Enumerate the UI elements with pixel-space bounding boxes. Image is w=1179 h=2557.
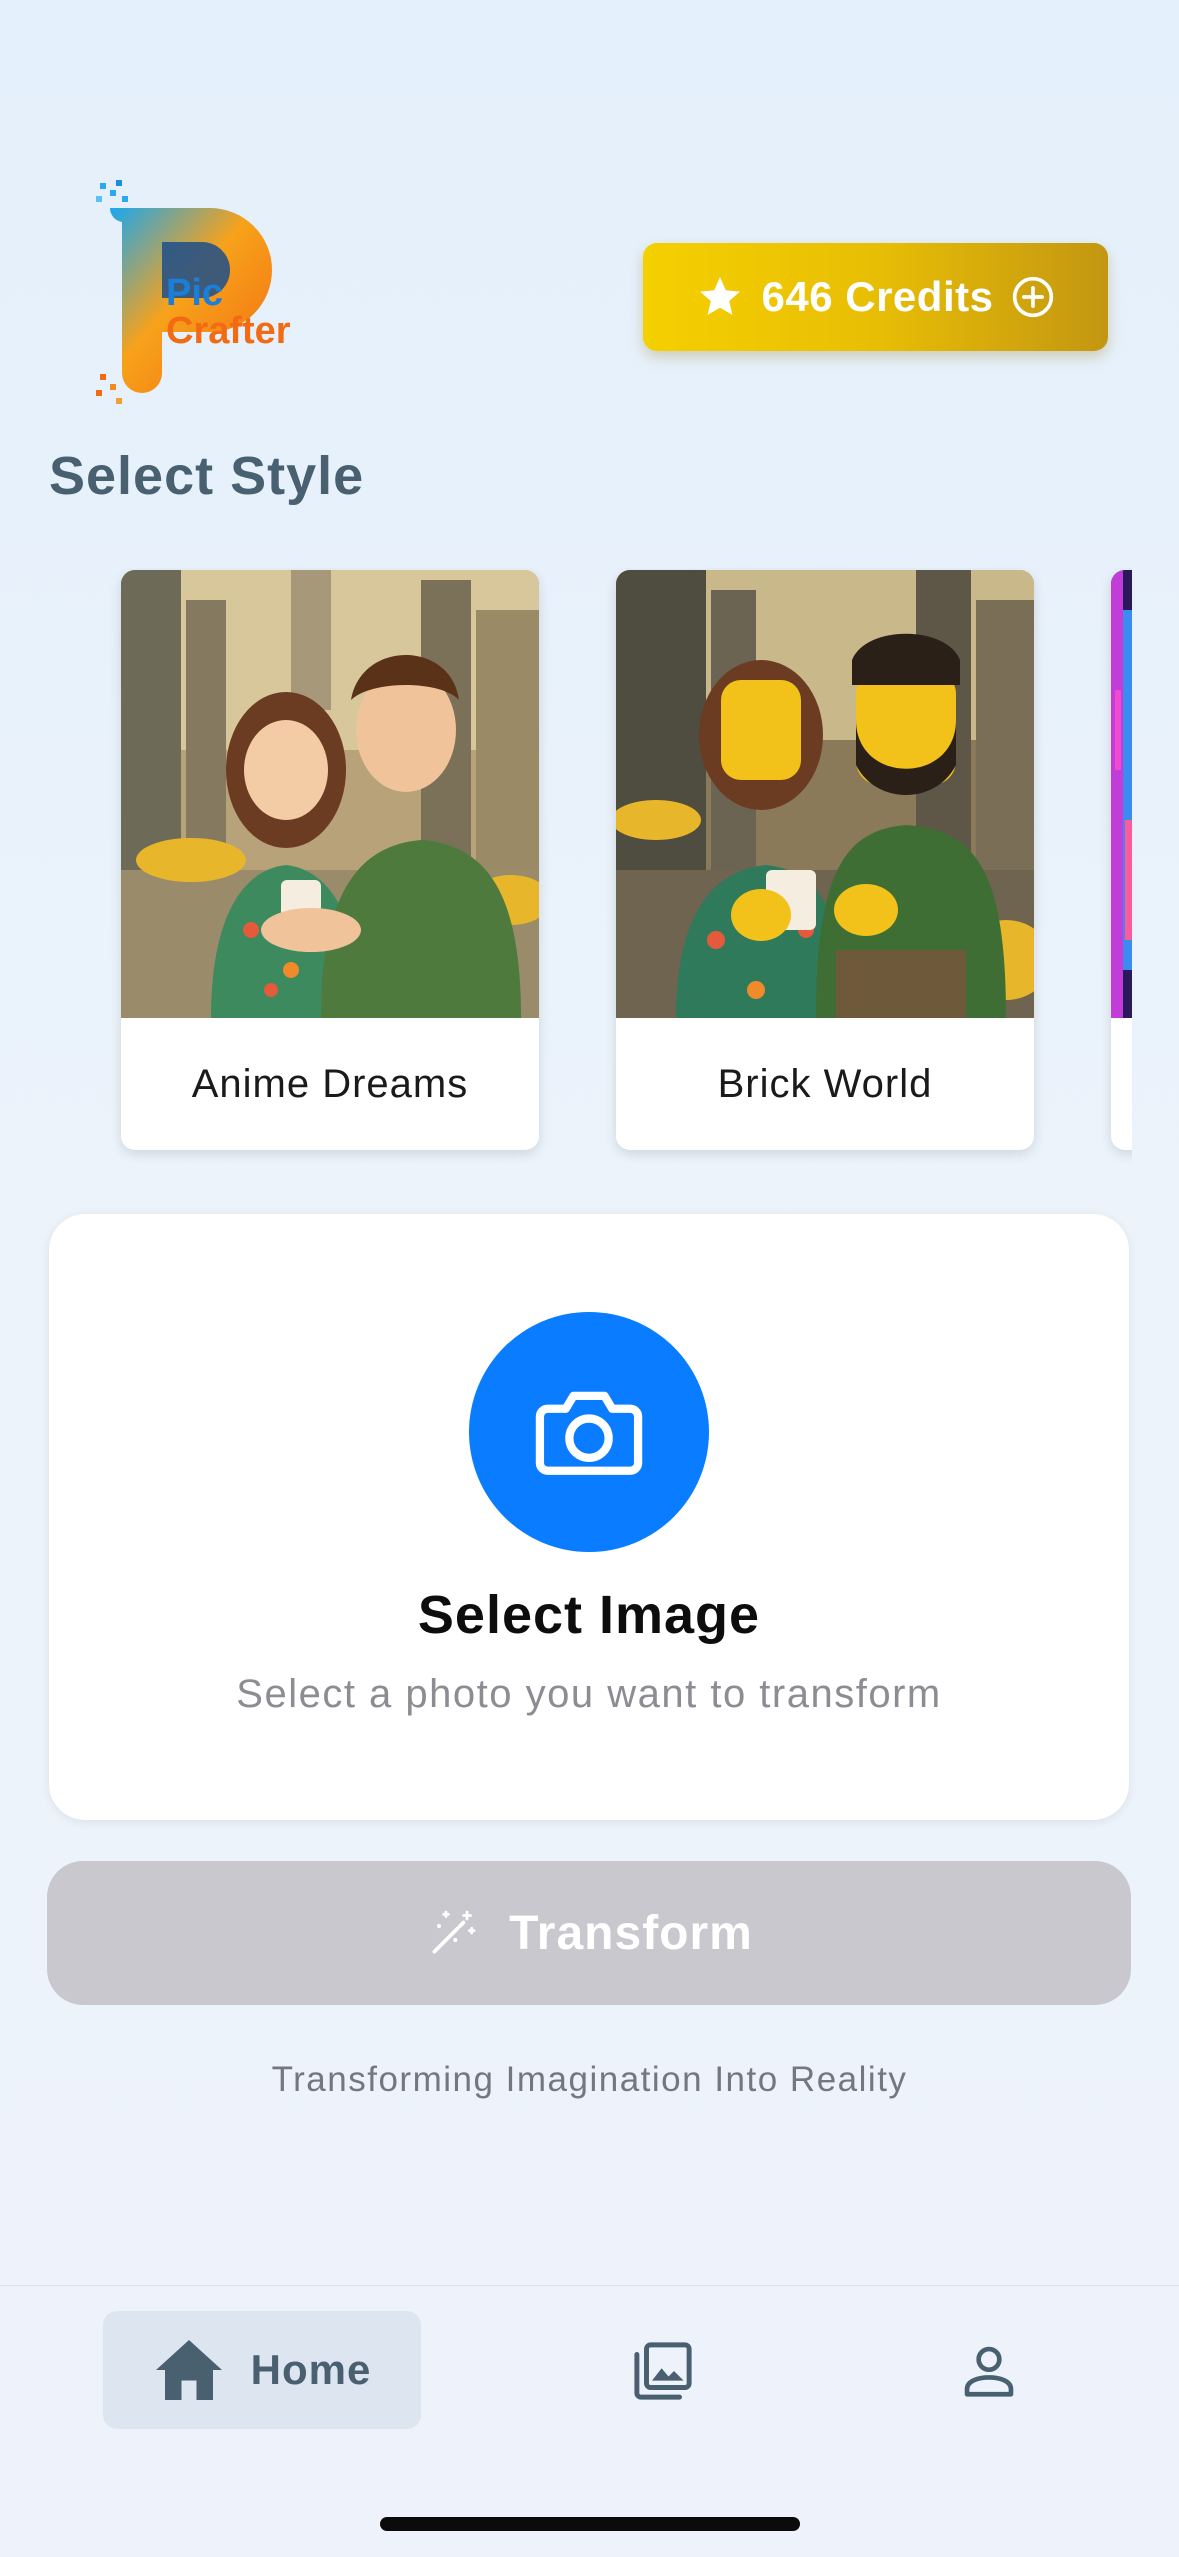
add-circle-icon xyxy=(1013,276,1054,318)
tab-home[interactable]: Home xyxy=(103,2311,421,2429)
transform-button[interactable]: Transform xyxy=(47,1861,1131,2005)
app-logo: Pic Crafter xyxy=(70,178,310,418)
anime-style-preview-image xyxy=(121,570,539,1018)
camera-button[interactable] xyxy=(469,1312,709,1552)
tab-home-label: Home xyxy=(250,2346,372,2393)
logo-text-crafter: Crafter xyxy=(166,310,291,352)
home-indicator xyxy=(380,2517,800,2531)
tab-gallery[interactable] xyxy=(628,2336,698,2406)
style-card-next[interactable] xyxy=(1111,570,1132,1150)
gallery-icon xyxy=(634,2342,692,2400)
profile-icon xyxy=(964,2346,1014,2397)
star-icon xyxy=(699,277,740,315)
style-card-label: Anime Dreams xyxy=(191,1061,469,1106)
home-icon xyxy=(155,2340,222,2400)
style-card-anime-dreams[interactable]: Anime Dreams xyxy=(121,570,539,1150)
tagline: Transforming Imagination Into Reality xyxy=(271,2060,908,2099)
credits-button[interactable]: 646 Credits xyxy=(643,243,1108,351)
logo-text-pic: Pic xyxy=(166,272,224,314)
style-carousel[interactable]: Anime Dreams Brick World xyxy=(0,568,1132,1168)
select-image-subtitle: Select a photo you want to transform xyxy=(236,1672,942,1716)
next-style-preview-image xyxy=(1111,570,1132,1018)
brick-style-preview-image xyxy=(616,570,1034,1018)
transform-label: Transform xyxy=(509,1906,753,1960)
style-card-label: Brick World xyxy=(717,1061,933,1106)
style-card-label xyxy=(1111,1018,1132,1150)
tab-profile[interactable] xyxy=(954,2336,1024,2406)
credits-label: 646 Credits xyxy=(761,273,994,320)
select-image-title: Select Image xyxy=(417,1585,761,1645)
style-card-brick-world[interactable]: Brick World xyxy=(616,570,1034,1150)
section-title-select-style: Select Style xyxy=(49,446,365,506)
select-image-card[interactable]: Select Image Select a photo you want to … xyxy=(49,1214,1129,1820)
camera-icon xyxy=(535,1391,643,1475)
magic-wand-icon xyxy=(432,1910,476,1954)
